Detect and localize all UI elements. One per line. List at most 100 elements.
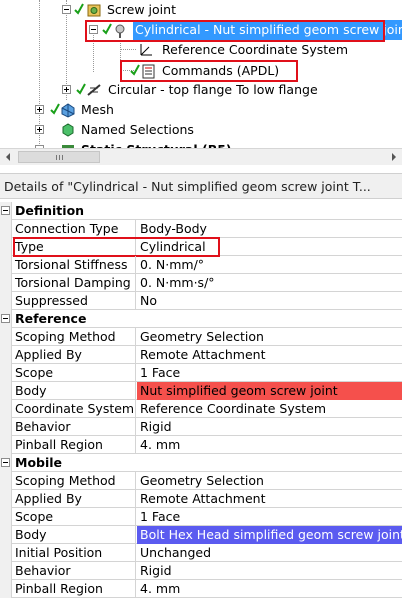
property-row[interactable]: Scoping Method Geometry Selection <box>0 328 402 346</box>
section-title: Definition <box>15 203 85 218</box>
property-value[interactable]: 0. N·mm/° <box>137 256 402 274</box>
property-value[interactable]: 0. N·mm·s/° <box>137 274 402 292</box>
property-value[interactable]: Remote Attachment <box>137 490 402 508</box>
tree-item-label: Named Selections <box>81 122 194 137</box>
property-name: Coordinate System <box>12 400 136 418</box>
horizontal-scrollbar[interactable] <box>0 148 402 165</box>
property-name: Scope <box>12 364 136 382</box>
tree-item-circular-joint[interactable]: Circular - top flange To low flange <box>0 80 402 100</box>
property-value[interactable]: 1 Face <box>137 364 402 382</box>
property-row[interactable]: Initial Position Unchanged <box>0 544 402 562</box>
property-row[interactable]: Body Bolt Hex Head simplified geom screw … <box>0 526 402 544</box>
property-value[interactable]: No <box>137 292 402 310</box>
property-value[interactable]: Rigid <box>137 418 402 436</box>
section-title: Reference <box>15 311 87 326</box>
expand-toggle-icon[interactable] <box>62 85 71 94</box>
tree-item-cylindrical-joint[interactable]: Cylindrical - Nut simplified geom screw … <box>0 20 402 40</box>
tree-item-static-structural[interactable]: Static Structural (B5) <box>0 140 402 148</box>
property-name: Pinball Region <box>12 580 136 598</box>
tree-item-screw-joint[interactable]: Screw joint <box>0 0 402 20</box>
section-title: Mobile <box>15 455 63 470</box>
property-value-highlighted[interactable]: Bolt Hex Head simplified geom screw join… <box>137 526 402 544</box>
property-row[interactable]: Behavior Rigid <box>0 418 402 436</box>
property-value[interactable]: Geometry Selection <box>137 472 402 490</box>
check-icon <box>130 64 140 76</box>
property-name: Scope <box>12 508 136 526</box>
collapse-toggle-icon[interactable] <box>89 25 98 34</box>
property-row[interactable]: Connection Type Body-Body <box>0 220 402 238</box>
property-name: Scoping Method <box>12 328 136 346</box>
property-row[interactable]: Pinball Region 4. mm <box>0 580 402 598</box>
tree-item-label: Cylindrical - Nut simplified geom screw … <box>133 20 402 40</box>
property-row[interactable]: Torsional Stiffness 0. N·mm/° <box>0 256 402 274</box>
property-row[interactable]: Torsional Damping 0. N·mm·s/° <box>0 274 402 292</box>
tree-item-mesh[interactable]: Mesh <box>0 100 402 120</box>
expand-toggle-icon[interactable] <box>35 105 44 114</box>
coordinate-system-icon <box>140 44 152 56</box>
property-row[interactable]: Applied By Remote Attachment <box>0 346 402 364</box>
scrollbar-thumb[interactable] <box>18 151 100 163</box>
property-row[interactable]: Body Nut simplified geom screw joint <box>0 382 402 400</box>
property-row[interactable]: Applied By Remote Attachment <box>0 490 402 508</box>
commands-icon <box>142 64 155 79</box>
property-value[interactable]: Rigid <box>137 562 402 580</box>
property-name: Torsional Damping <box>12 274 136 292</box>
property-value[interactable]: Reference Coordinate System <box>137 400 402 418</box>
cylindrical-joint-icon <box>115 24 125 38</box>
check-icon <box>74 3 84 15</box>
scroll-right-icon[interactable] <box>385 149 402 165</box>
property-value-highlighted[interactable]: Nut simplified geom screw joint <box>137 382 402 400</box>
tree-item-label: Reference Coordinate System <box>162 42 349 57</box>
property-row[interactable]: Pinball Region 4. mm <box>0 436 402 454</box>
collapse-toggle-icon[interactable] <box>62 5 71 14</box>
property-name: Body <box>12 526 136 544</box>
tree-item-commands-apdl[interactable]: Commands (APDL) <box>0 61 402 81</box>
property-value[interactable]: 1 Face <box>137 508 402 526</box>
property-name: Pinball Region <box>12 436 136 454</box>
property-name: Behavior <box>12 418 136 436</box>
property-row[interactable]: Behavior Rigid <box>0 562 402 580</box>
property-name: Connection Type <box>12 220 136 238</box>
connection-group-icon <box>87 4 101 17</box>
property-name: Initial Position <box>12 544 136 562</box>
section-mobile[interactable]: Mobile <box>0 454 402 472</box>
property-name: Body <box>12 382 136 400</box>
mesh-icon <box>61 103 75 118</box>
property-row[interactable]: Scope 1 Face <box>0 364 402 382</box>
collapse-toggle-icon[interactable] <box>1 458 10 467</box>
tree-item-label: Mesh <box>81 102 114 117</box>
property-name: Torsional Stiffness <box>12 256 136 274</box>
property-name: Type <box>12 238 136 256</box>
tree-item-reference-coordinate-system[interactable]: Reference Coordinate System <box>0 40 402 60</box>
row-gutter <box>0 310 12 328</box>
property-value[interactable]: Cylindrical <box>137 238 402 256</box>
property-row[interactable]: Coordinate System Reference Coordinate Sy… <box>0 400 402 418</box>
outline-tree[interactable]: Screw joint Cylindrical - Nut simplified… <box>0 0 402 148</box>
property-value[interactable]: Body-Body <box>137 220 402 238</box>
scroll-left-icon[interactable] <box>0 149 17 165</box>
details-grid: Definition Connection Type Body-Body Type… <box>0 202 402 598</box>
property-row[interactable]: Type Cylindrical <box>0 237 402 257</box>
property-row[interactable]: Suppressed No <box>0 292 402 310</box>
tree-item-label: Circular - top flange To low flange <box>108 82 318 97</box>
collapse-toggle-icon[interactable] <box>1 314 10 323</box>
tree-item-named-selections[interactable]: Named Selections <box>0 120 402 140</box>
property-name: Applied By <box>12 490 136 508</box>
property-row[interactable]: Scoping Method Geometry Selection <box>0 472 402 490</box>
property-value[interactable]: Remote Attachment <box>137 346 402 364</box>
property-name: Scoping Method <box>12 472 136 490</box>
row-gutter <box>0 202 12 220</box>
section-reference[interactable]: Reference <box>0 310 402 328</box>
tree-item-label: Commands (APDL) <box>162 63 280 78</box>
property-name: Behavior <box>12 562 136 580</box>
property-value[interactable]: Geometry Selection <box>137 328 402 346</box>
collapse-toggle-icon[interactable] <box>1 206 10 215</box>
property-value[interactable]: 4. mm <box>137 436 402 454</box>
tree-item-label: Static Structural (B5) <box>81 140 232 148</box>
details-panel-title: Details of "Cylindrical - Nut simplified… <box>0 173 402 199</box>
property-row[interactable]: Scope 1 Face <box>0 508 402 526</box>
property-value[interactable]: Unchanged <box>137 544 402 562</box>
section-definition[interactable]: Definition <box>0 202 402 220</box>
property-value[interactable]: 4. mm <box>137 580 402 598</box>
expand-toggle-icon[interactable] <box>35 125 44 134</box>
